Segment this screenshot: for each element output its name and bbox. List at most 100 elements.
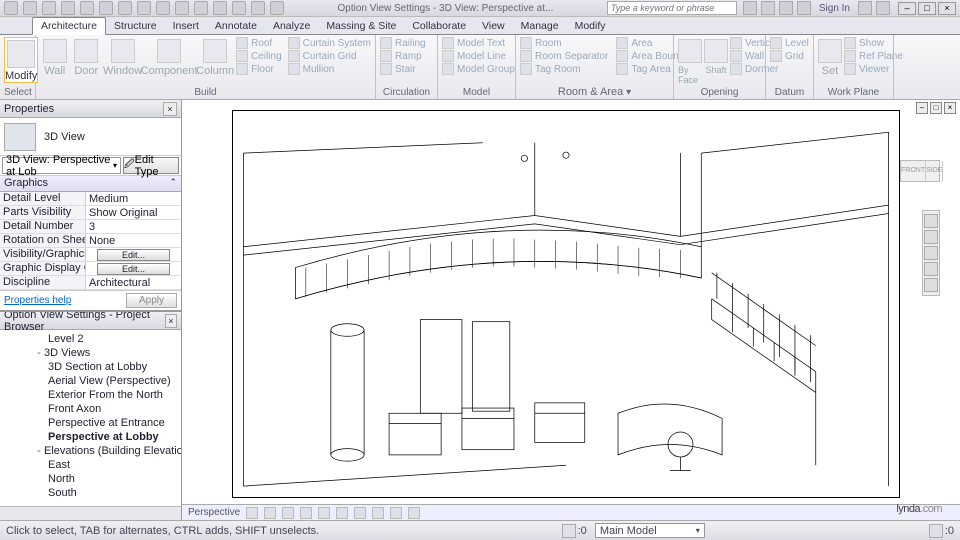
tree-node[interactable]: -Elevations (Building Elevation): [0, 444, 181, 458]
help-icon[interactable]: [876, 1, 890, 15]
group-header[interactable]: Graphics⌃: [0, 176, 181, 192]
qat-icon[interactable]: [251, 1, 265, 15]
nav-look-icon[interactable]: [924, 278, 938, 292]
tab-annotate[interactable]: Annotate: [207, 18, 265, 34]
infocenter-icon[interactable]: [743, 1, 757, 15]
set-button[interactable]: Set: [818, 37, 842, 77]
view-cube[interactable]: FRONT SIDE: [900, 160, 940, 182]
crop-view-icon[interactable]: [336, 507, 348, 519]
tree-node[interactable]: Exterior From the North: [0, 388, 181, 402]
curtain-system-button[interactable]: Curtain System: [288, 37, 371, 49]
star-icon[interactable]: [779, 1, 793, 15]
viewcube-side[interactable]: SIDE: [926, 161, 943, 181]
view-scale[interactable]: Perspective: [188, 507, 240, 518]
user-icon[interactable]: [797, 1, 811, 15]
property-row[interactable]: DisciplineArchitectural: [0, 276, 181, 290]
stair-button[interactable]: Stair: [380, 63, 426, 75]
edit-type-button[interactable]: 🖉 Edit Type: [123, 157, 179, 174]
property-value[interactable]: Architectural: [86, 276, 181, 289]
tree-twisty-icon[interactable]: -: [34, 347, 44, 359]
viewer-button[interactable]: Viewer: [844, 63, 903, 75]
ref-plane-button[interactable]: Ref Plane: [844, 50, 903, 62]
ramp-button[interactable]: Ramp: [380, 50, 426, 62]
nav-orbit-icon[interactable]: [924, 262, 938, 276]
properties-help-link[interactable]: Properties help: [4, 295, 71, 306]
grid-button[interactable]: Grid: [770, 50, 809, 62]
property-value[interactable]: Edit...: [86, 248, 181, 261]
tag-room-button[interactable]: Tag Room: [520, 63, 608, 75]
reveal-icon[interactable]: [408, 507, 420, 519]
tab-modify[interactable]: Modify: [567, 18, 614, 34]
tree-node[interactable]: North: [0, 472, 181, 486]
view-minimize-button[interactable]: –: [916, 102, 928, 114]
window-button[interactable]: Window: [103, 37, 142, 77]
viewport[interactable]: [232, 110, 900, 498]
tree-node[interactable]: 3D Section at Lobby: [0, 360, 181, 374]
edit-button[interactable]: Edit...: [97, 263, 170, 275]
curtain-grid-button[interactable]: Curtain Grid: [288, 50, 371, 62]
property-row[interactable]: Rotation on SheetNone: [0, 234, 181, 248]
app-icon[interactable]: [4, 1, 18, 15]
level-button[interactable]: Level: [770, 37, 809, 49]
nav-zoom-icon[interactable]: [924, 246, 938, 260]
exchange-icon[interactable]: [858, 1, 872, 15]
door-button[interactable]: Door: [72, 37, 102, 77]
property-value[interactable]: Edit...: [86, 262, 181, 275]
browser-scrollbar[interactable]: [0, 506, 181, 520]
tree-node[interactable]: Aerial View (Perspective): [0, 374, 181, 388]
roof-button[interactable]: Roof: [236, 37, 282, 49]
by-face-button[interactable]: By Face: [678, 37, 702, 85]
room-button[interactable]: Room: [520, 37, 608, 49]
qat-icon[interactable]: [118, 1, 132, 15]
tree-node[interactable]: Perspective at Lobby: [0, 430, 181, 444]
view-close-button[interactable]: ×: [944, 102, 956, 114]
property-row[interactable]: Detail Number3: [0, 220, 181, 234]
sun-path-icon[interactable]: [282, 507, 294, 519]
view-maximize-button[interactable]: □: [930, 102, 942, 114]
qat-icon[interactable]: [156, 1, 170, 15]
property-value[interactable]: Show Original: [86, 206, 181, 219]
close-icon[interactable]: ×: [163, 102, 177, 116]
show-button[interactable]: Show: [844, 37, 903, 49]
qat-icon[interactable]: [213, 1, 227, 15]
tree-node[interactable]: Perspective at Entrance: [0, 416, 181, 430]
wall-button[interactable]: Wall: [40, 37, 70, 77]
property-value[interactable]: 3: [86, 220, 181, 233]
property-value[interactable]: Medium: [86, 192, 181, 205]
modify-button[interactable]: Modify: [4, 37, 38, 83]
tab-collaborate[interactable]: Collaborate: [404, 18, 474, 34]
minimize-button[interactable]: –: [898, 2, 916, 15]
tree-node[interactable]: -3D Views: [0, 346, 181, 360]
status-icon[interactable]: [562, 524, 576, 538]
edit-button[interactable]: Edit...: [97, 249, 170, 261]
subscription-icon[interactable]: [761, 1, 775, 15]
status-filter-icon[interactable]: [929, 524, 943, 538]
qat-open-icon[interactable]: [23, 1, 37, 15]
property-row[interactable]: Detail LevelMedium: [0, 192, 181, 206]
component-button[interactable]: Component: [144, 37, 194, 77]
qat-icon[interactable]: [137, 1, 151, 15]
visual-style-icon[interactable]: [264, 507, 276, 519]
tree-node[interactable]: Front Axon: [0, 402, 181, 416]
railing-button[interactable]: Railing: [380, 37, 426, 49]
qat-icon[interactable]: [194, 1, 208, 15]
column-button[interactable]: Column: [196, 37, 234, 77]
type-selector[interactable]: 3D View: [0, 118, 181, 156]
property-row[interactable]: Visibility/Graphics...Edit...: [0, 248, 181, 262]
tree-node[interactable]: South: [0, 486, 181, 500]
property-row[interactable]: Graphic Display O...Edit...: [0, 262, 181, 276]
temp-hide-icon[interactable]: [390, 507, 402, 519]
qat-print-icon[interactable]: [99, 1, 113, 15]
search-input[interactable]: [607, 1, 737, 15]
tab-architecture[interactable]: Architecture: [32, 17, 106, 35]
shaft-button[interactable]: Shaft: [704, 37, 728, 75]
ceiling-button[interactable]: Ceiling: [236, 50, 282, 62]
model-group-button[interactable]: Model Group: [442, 63, 515, 75]
qat-undo-icon[interactable]: [61, 1, 75, 15]
instance-combo[interactable]: 3D View: Perspective at Lob: [2, 157, 121, 174]
shadows-icon[interactable]: [300, 507, 312, 519]
close-icon[interactable]: ×: [165, 314, 177, 328]
mullion-button[interactable]: Mullion: [288, 63, 371, 75]
rendering-icon[interactable]: [318, 507, 330, 519]
model-text-button[interactable]: Model Text: [442, 37, 515, 49]
